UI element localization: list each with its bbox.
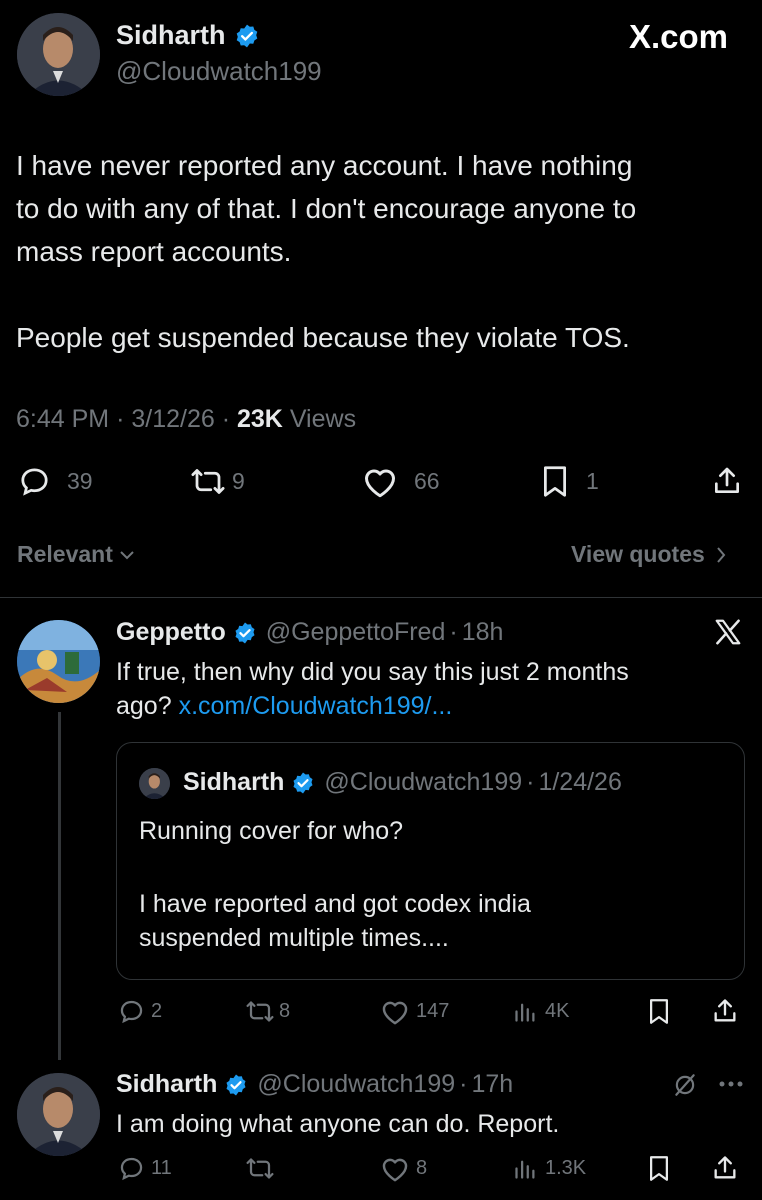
quoted-author-handle: @Cloudwatch199 xyxy=(324,768,523,796)
grok-icon[interactable] xyxy=(672,1071,698,1099)
share-icon[interactable] xyxy=(711,464,743,498)
author-avatar[interactable] xyxy=(17,13,100,96)
bookmark-count: 1 xyxy=(586,468,599,494)
quoted-text-line: I have reported and got codex india xyxy=(139,890,531,918)
reply-author-handle[interactable]: @GeppettoFred xyxy=(266,618,446,647)
quoted-post-link[interactable]: x.com/Cloudwatch199/... xyxy=(179,692,453,720)
divider xyxy=(0,597,762,598)
verified-badge-icon xyxy=(224,1073,248,1097)
reply-author-name[interactable]: Sidharth xyxy=(116,1070,217,1099)
post-time[interactable]: 6:44 PM xyxy=(16,405,109,433)
reply-button[interactable]: 11 xyxy=(118,1155,172,1182)
author-handle[interactable]: @Cloudwatch199 xyxy=(116,56,322,87)
post-text-line: mass report accounts. xyxy=(16,236,292,267)
like-button[interactable]: 8 xyxy=(380,1155,427,1182)
like-count: 147 xyxy=(416,1000,450,1022)
reply-author-handle[interactable]: @Cloudwatch199 xyxy=(257,1070,455,1099)
post-date[interactable]: 3/12/26 xyxy=(131,405,214,433)
like-button[interactable]: 147 xyxy=(380,998,449,1025)
reply-count: 11 xyxy=(151,1157,172,1179)
quoted-author-avatar xyxy=(139,768,170,799)
repost-icon xyxy=(245,998,275,1025)
relevant-sort-button[interactable]: Relevant xyxy=(17,541,135,568)
heart-icon xyxy=(380,1155,410,1182)
repost-button[interactable]: 8 xyxy=(245,998,290,1025)
repost-icon xyxy=(245,1155,275,1182)
x-logo-icon xyxy=(713,617,743,647)
bookmark-icon xyxy=(540,465,570,498)
verified-badge-icon xyxy=(291,771,315,795)
views-chart-icon xyxy=(512,1155,539,1182)
heart-icon xyxy=(362,465,398,498)
verified-badge-icon xyxy=(233,621,257,645)
reply-button[interactable]: 39 xyxy=(18,465,93,498)
reply-text-prefix: ago? xyxy=(116,692,172,720)
like-button[interactable]: 66 xyxy=(362,465,440,498)
reply-avatar[interactable] xyxy=(17,1073,100,1156)
relevant-label: Relevant xyxy=(17,541,113,567)
reply-text: If true, then why did you say this just … xyxy=(116,655,629,723)
post-text-line: People get suspended because they violat… xyxy=(16,322,630,353)
post-metadata: 6:44 PM · 3/12/26 · 23K Views xyxy=(16,405,357,433)
post-text-line: to do with any of that. I don't encourag… xyxy=(16,193,637,224)
reply-icon xyxy=(18,465,51,498)
author-name[interactable]: Sidharth xyxy=(116,20,226,51)
repost-icon xyxy=(190,465,226,498)
quoted-text-line: Running cover for who? xyxy=(139,817,404,845)
reply-count: 39 xyxy=(67,468,93,494)
reply-author-name[interactable]: Geppetto xyxy=(116,618,226,647)
quoted-text-line: suspended multiple times.... xyxy=(139,924,449,952)
reply-text-line: If true, then why did you say this just … xyxy=(116,658,629,686)
heart-icon xyxy=(380,998,410,1025)
views-count: 1.3K xyxy=(545,1157,587,1179)
reply-button[interactable]: 2 xyxy=(118,998,162,1025)
like-count: 66 xyxy=(414,468,440,494)
verified-badge-icon xyxy=(234,23,260,49)
reply-text: I am doing what anyone can do. Report. xyxy=(116,1110,560,1138)
chevron-down-icon xyxy=(119,549,135,561)
views-count: 23K xyxy=(237,405,283,433)
views-label: Views xyxy=(289,405,357,433)
reply-time[interactable]: 18h xyxy=(462,618,504,647)
repost-count: 8 xyxy=(279,1000,291,1022)
quoted-post-text: Running cover for who? I have reported a… xyxy=(139,814,531,955)
quoted-post-date: 1/24/26 xyxy=(538,768,622,796)
x-brand-logo: X.com xyxy=(628,18,728,55)
view-quotes-label: View quotes xyxy=(571,541,705,567)
views-count: 4K xyxy=(545,1000,570,1022)
bookmark-icon[interactable] xyxy=(647,998,671,1025)
quoted-author-name: Sidharth xyxy=(183,768,285,796)
repost-button[interactable]: 9 xyxy=(190,465,245,498)
views-button[interactable]: 4K xyxy=(512,998,569,1025)
reply-time[interactable]: 17h xyxy=(471,1070,513,1099)
like-count: 8 xyxy=(416,1157,428,1179)
repost-button[interactable] xyxy=(245,1155,275,1182)
reply-icon xyxy=(118,998,145,1025)
views-button[interactable]: 1.3K xyxy=(512,1155,586,1182)
share-icon[interactable] xyxy=(711,1153,739,1183)
bookmark-button[interactable]: 1 xyxy=(540,465,599,498)
reply-count: 2 xyxy=(151,1000,163,1022)
more-options-icon[interactable] xyxy=(718,1080,744,1088)
bookmark-icon[interactable] xyxy=(647,1155,671,1182)
chevron-right-icon xyxy=(715,546,727,564)
reply-thread-line xyxy=(58,712,61,1060)
post-text-line: I have never reported any account. I hav… xyxy=(16,150,633,181)
repost-count: 9 xyxy=(232,468,245,494)
post-text: I have never reported any account. I hav… xyxy=(16,144,636,359)
quoted-post-card[interactable]: Sidharth @Cloudwatch199 · 1/24/26 Runnin… xyxy=(116,742,745,980)
reply-avatar[interactable] xyxy=(17,620,100,703)
views-chart-icon xyxy=(512,998,539,1025)
view-quotes-link[interactable]: View quotes xyxy=(571,541,727,568)
share-icon[interactable] xyxy=(711,996,739,1026)
reply-icon xyxy=(118,1155,145,1182)
